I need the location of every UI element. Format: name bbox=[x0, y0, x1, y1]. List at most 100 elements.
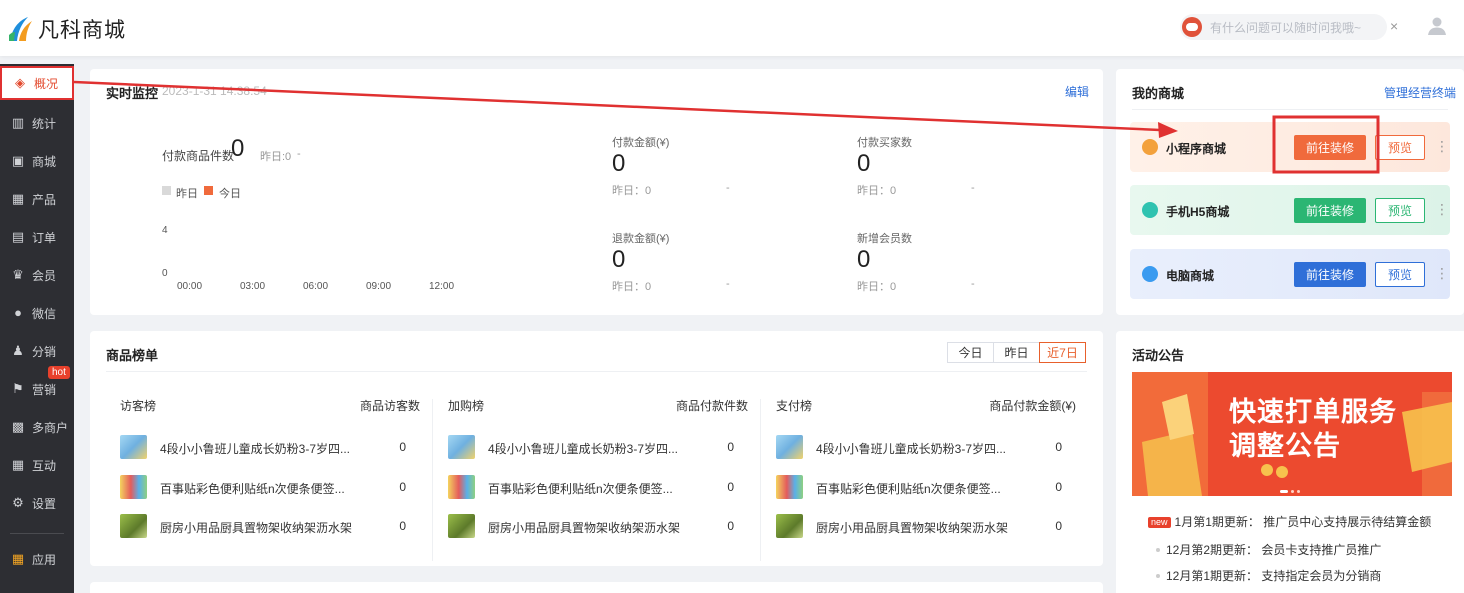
stat-yesterday: 昨日：0 bbox=[612, 185, 652, 197]
go-decorate-button[interactable]: 前往装修 bbox=[1294, 262, 1366, 287]
close-icon[interactable]: × bbox=[1390, 18, 1398, 34]
product-name: 厨房小用品厨具置物架收纳架沥水架 bbox=[160, 521, 353, 535]
stat-dash: - bbox=[726, 182, 730, 194]
shop-name: 小程序商城 bbox=[1166, 142, 1227, 156]
announcement-item[interactable]: 12月第1期更新： 支持指定会员为分销商 bbox=[1148, 567, 1381, 584]
ranking-item[interactable]: 厨房小用品厨具置物架收纳架沥水架 0 bbox=[762, 514, 1062, 538]
bullet-icon bbox=[1156, 574, 1160, 578]
announcements-title: 活动公告 bbox=[1132, 348, 1185, 363]
edit-link[interactable]: 编辑 bbox=[1065, 83, 1089, 100]
banner-line-2: 调整公告 bbox=[1229, 431, 1341, 461]
sidebar-item-interact[interactable]: ▦ 互动 bbox=[0, 446, 74, 484]
ranking-tabs: 今日 昨日 近7日 bbox=[947, 342, 1086, 363]
monitor-title: 实时监控 bbox=[106, 86, 159, 101]
stat-yesterday: 昨日：0 bbox=[857, 281, 897, 293]
column-title: 加购榜 bbox=[448, 399, 485, 413]
preview-button[interactable]: 预览 bbox=[1375, 135, 1425, 160]
stat-value: 0 bbox=[612, 246, 626, 273]
column-title: 访客榜 bbox=[120, 399, 157, 413]
clipboard-icon: ▤ bbox=[11, 229, 25, 244]
sidebar-item-distribution[interactable]: ♟ 分销 bbox=[0, 332, 74, 370]
sidebar-item-marketing[interactable]: ⚑ 营销 hot bbox=[0, 366, 74, 408]
go-decorate-button[interactable]: 前往装修 bbox=[1294, 198, 1366, 223]
assistant-placeholder: 有什么问题可以随时问我哦~ bbox=[1210, 20, 1362, 35]
more-icon[interactable]: ⋮ bbox=[1435, 138, 1449, 154]
tab-today[interactable]: 今日 bbox=[947, 342, 994, 363]
grid-icon: ▦ bbox=[11, 191, 25, 206]
ranking-item[interactable]: 4段小小鲁班儿童成长奶粉3-7岁四... 0 bbox=[106, 435, 406, 459]
sidebar-item-apps[interactable]: ▦ 应用 bbox=[0, 540, 74, 578]
sidebar-item-settings[interactable]: ⚙ 设置 bbox=[0, 484, 74, 522]
shop-row-h5: 手机H5商城 前往装修 预览 ⋮ bbox=[1130, 185, 1450, 235]
preview-button[interactable]: 预览 bbox=[1375, 262, 1425, 287]
legend-yesterday-swatch bbox=[162, 186, 171, 195]
product-value: 0 bbox=[399, 519, 406, 533]
assistant-search-box[interactable]: 有什么问题可以随时问我哦~ bbox=[1180, 14, 1387, 40]
sidebar-item-overview[interactable]: ◈ 概况 bbox=[0, 66, 74, 100]
stat-value: 0 bbox=[857, 150, 871, 177]
users-icon: ♟ bbox=[12, 343, 24, 358]
ranking-item[interactable]: 厨房小用品厨具置物架收纳架沥水架 0 bbox=[434, 514, 734, 538]
preview-button[interactable]: 预览 bbox=[1375, 198, 1425, 223]
sidebar-item-products[interactable]: ▦ 产品 bbox=[0, 180, 74, 218]
ranking-item[interactable]: 4段小小鲁班儿童成长奶粉3-7岁四... 0 bbox=[762, 435, 1062, 459]
ranking-title: 商品榜单 bbox=[106, 348, 159, 363]
more-icon[interactable]: ⋮ bbox=[1435, 201, 1449, 217]
ranking-item[interactable]: 百事贴彩色便利贴纸n次便条便签... 0 bbox=[106, 475, 406, 499]
tab-yesterday[interactable]: 昨日 bbox=[993, 342, 1040, 363]
announcement-item[interactable]: 12月第2期更新： 会员卡支持推广员推广 bbox=[1148, 541, 1381, 558]
ranking-item[interactable]: 4段小小鲁班儿童成长奶粉3-7岁四... 0 bbox=[434, 435, 734, 459]
legend-yesterday-label: 昨日 bbox=[176, 188, 198, 200]
announcement-item[interactable]: new 1月第1期更新： 推广员中心支持展示待结算金额 bbox=[1148, 513, 1431, 530]
announcement-text: 1月第1期更新： 推广员中心支持展示待结算金额 bbox=[1174, 515, 1432, 529]
product-name: 百事贴彩色便利贴纸n次便条便签... bbox=[160, 482, 345, 496]
product-thumbnail bbox=[776, 475, 803, 499]
gear-icon: ⚙ bbox=[12, 495, 24, 510]
sidebar-item-members[interactable]: ♛ 会员 bbox=[0, 256, 74, 294]
sidebar-item-multi-merchant[interactable]: ▩ 多商户 bbox=[0, 408, 74, 446]
product-thumbnail bbox=[776, 435, 803, 459]
paid-items-value: 0 bbox=[231, 135, 245, 162]
product-value: 0 bbox=[727, 519, 734, 533]
product-name: 4段小小鲁班儿童成长奶粉3-7岁四... bbox=[160, 442, 351, 456]
stores-icon: ▩ bbox=[11, 419, 25, 434]
more-icon[interactable]: ⋮ bbox=[1435, 265, 1449, 281]
shop-icon: ▣ bbox=[11, 153, 25, 168]
paid-items-label: 付款商品件数 bbox=[162, 149, 235, 163]
sidebar-item-wechat[interactable]: ● 微信 bbox=[0, 294, 74, 332]
sidebar-item-stats[interactable]: ▥ 统计 bbox=[0, 104, 74, 142]
sidebar-item-shop[interactable]: ▣ 商城 bbox=[0, 142, 74, 180]
stat-dash: - bbox=[971, 278, 975, 290]
sidebar-item-label: 会员 bbox=[32, 268, 57, 283]
manage-terminal-link[interactable]: 管理经营终端 bbox=[1384, 84, 1456, 101]
paid-items-yesterday: 昨日:0 bbox=[260, 151, 292, 163]
brand-name: 凡科商城 bbox=[38, 19, 126, 42]
sidebar-item-orders[interactable]: ▤ 订单 bbox=[0, 218, 74, 256]
sidebar-item-label: 商城 bbox=[32, 154, 57, 169]
sidebar-item-label: 统计 bbox=[32, 116, 57, 131]
sidebar-item-label: 应用 bbox=[32, 552, 57, 567]
divider bbox=[1132, 109, 1448, 110]
legend-today-swatch bbox=[204, 186, 213, 195]
miniprogram-icon bbox=[1142, 139, 1158, 155]
my-shop-title: 我的商城 bbox=[1132, 86, 1185, 101]
user-avatar-icon[interactable] bbox=[1427, 16, 1447, 36]
x-tick: 03:00 bbox=[240, 281, 266, 292]
ranking-item[interactable]: 百事贴彩色便利贴纸n次便条便签... 0 bbox=[762, 475, 1062, 499]
column-title: 支付榜 bbox=[776, 399, 813, 413]
x-tick: 06:00 bbox=[303, 281, 329, 292]
ranking-item[interactable]: 厨房小用品厨具置物架收纳架沥水架 0 bbox=[106, 514, 406, 538]
sidebar-item-label: 订单 bbox=[32, 230, 57, 245]
tab-last-7-days[interactable]: 近7日 bbox=[1039, 342, 1086, 363]
realtime-monitor-card: 实时监控 2023-1-31 14:38:54 编辑 付款商品件数 0 昨日:0… bbox=[90, 69, 1103, 315]
ranking-item[interactable]: 百事贴彩色便利贴纸n次便条便签... 0 bbox=[434, 475, 734, 499]
sidebar-item-label: 设置 bbox=[32, 496, 57, 511]
stats-icon: ▥ bbox=[11, 115, 25, 130]
brand-logo[interactable]: 凡科商城 bbox=[6, 14, 126, 44]
monitor-icon bbox=[1142, 266, 1158, 282]
hot-badge: hot bbox=[48, 366, 70, 379]
go-decorate-button[interactable]: 前往装修 bbox=[1294, 135, 1366, 160]
apps-icon: ▦ bbox=[11, 551, 25, 566]
announcement-banner[interactable]: 快速打单服务 调整公告 bbox=[1132, 372, 1452, 496]
announcement-text: 12月第1期更新： 支持指定会员为分销商 bbox=[1166, 569, 1382, 583]
